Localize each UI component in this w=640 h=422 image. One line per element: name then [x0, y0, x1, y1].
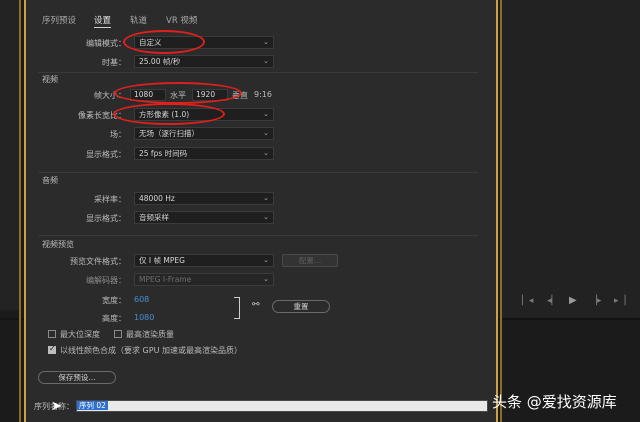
step-forward-icon[interactable]: ▕▸: [590, 296, 601, 306]
tab-tracks[interactable]: 轨道: [130, 14, 147, 26]
configure-button[interactable]: 配置...: [282, 254, 338, 267]
chevron-down-icon: ⌄: [263, 57, 269, 65]
frame-right-edge: [500, 0, 502, 422]
max-render-quality-label: 最高渲染质量: [126, 330, 174, 339]
transport-bar: ▏◂ ◂▏ ▶ ▕▸ ▸▕: [522, 295, 640, 308]
link-bracket: [234, 297, 240, 319]
go-to-out-icon[interactable]: ▸▕: [614, 296, 625, 306]
save-preset-button[interactable]: 保存预设...: [38, 371, 116, 384]
height-label: 高度：: [102, 314, 126, 323]
reset-button[interactable]: 重置: [272, 300, 330, 313]
divider: [38, 235, 478, 236]
chevron-down-icon: ⌄: [263, 38, 269, 46]
chevron-down-icon: ⌄: [263, 194, 269, 202]
mark-in-icon[interactable]: ▏◂: [522, 296, 533, 306]
video-section-title: 视频: [42, 75, 58, 84]
tab-presets[interactable]: 序列预设: [42, 14, 76, 26]
chevron-down-icon: ⌄: [263, 213, 269, 221]
divider: [38, 172, 478, 173]
frame-left-edge: [19, 0, 21, 422]
audio-display-format-select[interactable]: 音频采样 ⌄: [134, 211, 274, 224]
chevron-down-icon: ⌄: [263, 110, 269, 118]
codec-label: 编解码器：: [86, 276, 126, 285]
sample-rate-label: 采样率：: [94, 195, 126, 204]
preview-format-select[interactable]: 仅 I 帧 MPEG ⌄: [134, 254, 274, 267]
preview-section-title: 视频预览: [42, 240, 74, 249]
chevron-down-icon: ⌄: [263, 256, 269, 264]
divider: [38, 72, 478, 73]
tab-settings[interactable]: 设置: [94, 14, 111, 26]
chevron-down-icon: ⌄: [263, 129, 269, 137]
codec-select[interactable]: MPEG I-Frame ⌄: [134, 273, 274, 286]
chain-link-icon[interactable]: ⚯: [252, 300, 260, 310]
aspect-ratio-text: 9:16: [254, 90, 272, 99]
program-monitor-bg: [502, 0, 640, 318]
linear-color-label: 以线性颜色合成（要求 GPU 加速或最高渲染品质）: [60, 346, 242, 355]
frame-size-label: 帧大小：: [94, 91, 126, 100]
audio-display-format-label: 显示格式：: [86, 214, 126, 223]
fields-select[interactable]: 无场（逐行扫描） ⌄: [134, 127, 274, 140]
editing-mode-label: 编辑模式：: [86, 39, 126, 48]
timebase-select[interactable]: 25.00 帧/秒 ⌄: [134, 55, 274, 68]
mouse-cursor-icon: ➤: [51, 399, 62, 414]
sequence-name-value: 序列 02: [77, 401, 108, 410]
timebase-label: 时基：: [102, 58, 126, 67]
sample-rate-select[interactable]: 48000 Hz ⌄: [134, 192, 274, 205]
audio-section-title: 音频: [42, 176, 58, 185]
tab-vr-video[interactable]: VR 视频: [166, 14, 197, 26]
max-bit-depth-label: 最大位深度: [60, 330, 100, 339]
watermark-text: 头条 @爱找资源库: [492, 393, 617, 411]
annotation-oval-pixel-aspect: [113, 103, 225, 125]
width-label: 宽度：: [102, 296, 126, 305]
width-value[interactable]: 608: [134, 295, 149, 304]
linear-color-checkbox[interactable]: [48, 344, 56, 354]
fields-label: 场：: [110, 130, 126, 139]
active-tab-indicator: [94, 27, 111, 28]
video-display-format-select[interactable]: 25 fps 时间码 ⌄: [134, 147, 274, 160]
annotation-oval-frame-size: [114, 82, 242, 104]
height-value[interactable]: 1080: [134, 313, 154, 322]
step-back-icon[interactable]: ◂▏: [547, 296, 558, 306]
max-render-quality-checkbox[interactable]: [114, 330, 122, 338]
annotation-oval-editing-mode: [123, 30, 205, 54]
play-icon[interactable]: ▶: [569, 295, 577, 306]
chevron-down-icon: ⌄: [263, 275, 269, 283]
left-panel-bg: [0, 0, 19, 310]
preview-format-label: 预览文件格式：: [70, 257, 126, 266]
max-bit-depth-checkbox[interactable]: [48, 330, 56, 338]
video-display-format-label: 显示格式：: [86, 150, 126, 159]
sequence-name-input[interactable]: 序列 02: [76, 400, 488, 412]
chevron-down-icon: ⌄: [263, 149, 269, 157]
